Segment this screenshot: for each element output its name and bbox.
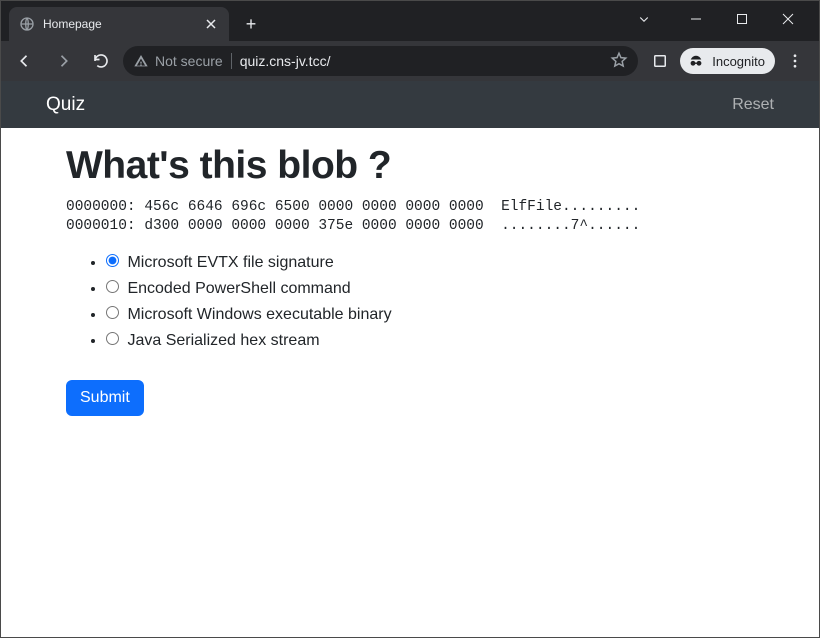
page-content: What's this blob ? 0000000: 456c 6646 69…	[1, 128, 819, 428]
bookmark-button[interactable]	[610, 51, 628, 72]
warning-icon	[133, 53, 149, 69]
globe-icon	[19, 16, 35, 32]
option-item: Java Serialized hex stream	[106, 332, 754, 350]
new-tab-button[interactable]: +	[237, 10, 265, 38]
option-radio[interactable]	[106, 332, 119, 345]
option-text: Encoded PowerShell command	[127, 280, 350, 297]
option-text: Microsoft EVTX file signature	[127, 254, 333, 271]
tab-title: Homepage	[43, 17, 195, 31]
reset-link[interactable]: Reset	[732, 96, 774, 114]
incognito-label: Incognito	[712, 54, 765, 69]
option-label[interactable]: Java Serialized hex stream	[106, 332, 320, 349]
submit-button[interactable]: Submit	[66, 380, 144, 416]
option-item: Encoded PowerShell command	[106, 280, 754, 298]
option-radio[interactable]	[106, 280, 119, 293]
window-controls	[627, 1, 815, 37]
option-label[interactable]: Encoded PowerShell command	[106, 280, 351, 297]
browser-titlebar: Homepage +	[1, 1, 819, 41]
back-button[interactable]	[9, 45, 41, 77]
browser-toolbar: Not secure quiz.cns-jv.tcc/ Incognito	[1, 41, 819, 81]
option-item: Microsoft EVTX file signature	[106, 254, 754, 272]
minimize-button[interactable]	[679, 5, 713, 33]
options-list: Microsoft EVTX file signature Encoded Po…	[66, 254, 754, 350]
extensions-button[interactable]	[644, 45, 676, 77]
question-heading: What's this blob ?	[66, 144, 754, 188]
brand-title[interactable]: Quiz	[46, 94, 85, 116]
address-bar[interactable]: Not secure quiz.cns-jv.tcc/	[123, 46, 638, 76]
close-window-button[interactable]	[771, 5, 805, 33]
close-tab-button[interactable]	[203, 16, 219, 32]
option-label[interactable]: Microsoft Windows executable binary	[106, 306, 392, 323]
hex-dump: 0000000: 456c 6646 696c 6500 0000 0000 0…	[66, 198, 754, 236]
maximize-button[interactable]	[725, 5, 759, 33]
page-navbar: Quiz Reset	[1, 81, 819, 128]
option-radio[interactable]	[106, 306, 119, 319]
incognito-indicator[interactable]: Incognito	[680, 48, 775, 74]
forward-button[interactable]	[47, 45, 79, 77]
option-item: Microsoft Windows executable binary	[106, 306, 754, 324]
option-radio[interactable]	[106, 254, 119, 267]
incognito-icon	[686, 51, 706, 71]
option-text: Microsoft Windows executable binary	[127, 306, 391, 323]
option-text: Java Serialized hex stream	[127, 332, 319, 349]
security-indicator[interactable]: Not secure	[133, 53, 223, 69]
browser-tab[interactable]: Homepage	[9, 7, 229, 41]
url-text: quiz.cns-jv.tcc/	[240, 53, 603, 69]
separator	[231, 53, 232, 69]
tab-search-button[interactable]	[627, 5, 661, 33]
menu-button[interactable]	[779, 45, 811, 77]
not-secure-label: Not secure	[155, 53, 223, 69]
reload-button[interactable]	[85, 45, 117, 77]
option-label[interactable]: Microsoft EVTX file signature	[106, 254, 334, 271]
